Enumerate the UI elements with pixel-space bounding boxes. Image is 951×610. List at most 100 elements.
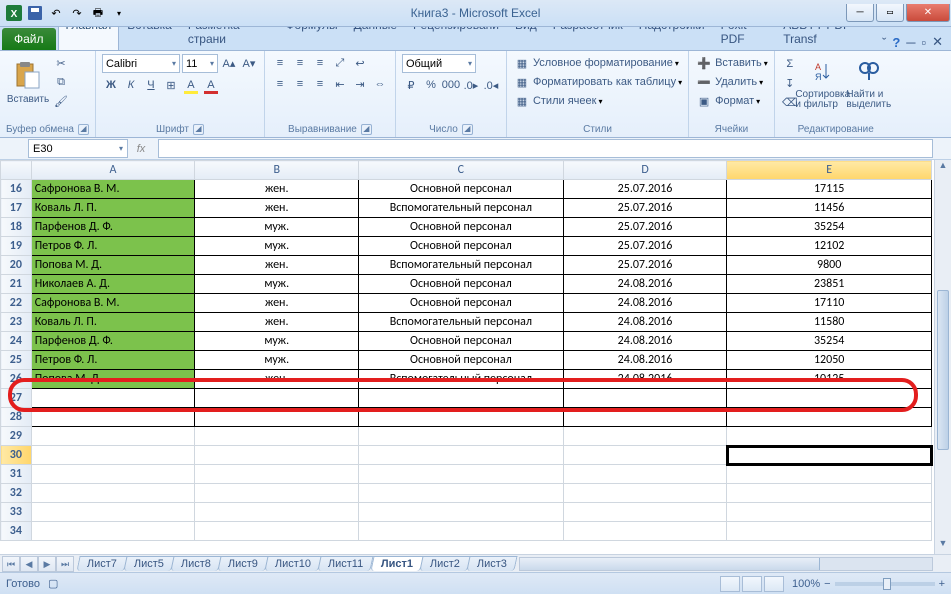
cell-A32[interactable] — [31, 484, 195, 503]
cond-format-button[interactable]: ▦Условное форматирование▾ — [513, 54, 682, 72]
row-header-34[interactable]: 34 — [1, 522, 32, 541]
align-dialog-icon[interactable]: ◢ — [361, 124, 372, 135]
autosum-icon[interactable]: Σ — [781, 55, 799, 73]
worksheet-grid[interactable]: ABCDE16Сафронова В. М.жен.Основной персо… — [0, 160, 951, 554]
row-header-30[interactable]: 30 — [1, 446, 32, 465]
scroll-down-icon[interactable]: ▼ — [935, 538, 951, 554]
sheet-tab-Лист8[interactable]: Лист8 — [170, 556, 221, 571]
row-header-26[interactable]: 26 — [1, 370, 32, 389]
cell-C17[interactable]: Вспомогательный персонал — [359, 199, 564, 218]
cell-C31[interactable] — [359, 465, 564, 484]
cell-A20[interactable]: Попова М. Д. — [31, 256, 195, 275]
row-header-29[interactable]: 29 — [1, 427, 32, 446]
sheet-tab-Лист9[interactable]: Лист9 — [217, 556, 268, 571]
cell-D27[interactable] — [563, 389, 727, 408]
cell-B21[interactable]: муж. — [195, 275, 359, 294]
cell-A34[interactable] — [31, 522, 195, 541]
cell-C22[interactable]: Основной персонал — [359, 294, 564, 313]
bold-button[interactable]: Ж — [102, 76, 120, 94]
indent-dec-icon[interactable]: ⇤ — [331, 75, 349, 93]
grow-font-icon[interactable]: A▴ — [220, 55, 238, 73]
ribbon-minimize-icon[interactable]: ˇ — [882, 35, 886, 50]
cell-B31[interactable] — [195, 465, 359, 484]
cell-D33[interactable] — [563, 503, 727, 522]
cell-E30[interactable] — [727, 446, 932, 465]
doc-minimize-icon[interactable]: ─ — [906, 35, 915, 50]
cell-E19[interactable]: 12102 — [727, 237, 932, 256]
sheet-nav-next-icon[interactable]: ▶ — [38, 556, 56, 572]
row-header-24[interactable]: 24 — [1, 332, 32, 351]
format-cells-button[interactable]: ▣Формат▾ — [695, 92, 768, 110]
sheet-tab-Лист2[interactable]: Лист2 — [419, 556, 470, 571]
cell-E18[interactable]: 35254 — [727, 218, 932, 237]
find-select-button[interactable]: Найти и выделить — [847, 54, 891, 112]
zoom-in-icon[interactable]: + — [939, 578, 945, 590]
maximize-button[interactable]: ▭ — [876, 4, 904, 22]
qat-save-icon[interactable] — [25, 3, 45, 23]
cell-D31[interactable] — [563, 465, 727, 484]
currency-icon[interactable]: ₽ — [402, 76, 420, 94]
col-header-A[interactable]: A — [31, 161, 195, 180]
sheet-tab-Лист11[interactable]: Лист11 — [318, 556, 375, 571]
row-header-18[interactable]: 18 — [1, 218, 32, 237]
cell-A23[interactable]: Коваль Л. П. — [31, 313, 195, 332]
percent-icon[interactable]: % — [422, 76, 440, 94]
cell-B23[interactable]: жен. — [195, 313, 359, 332]
row-header-32[interactable]: 32 — [1, 484, 32, 503]
cell-E28[interactable] — [727, 408, 932, 427]
copy-icon[interactable]: ⧉ — [52, 73, 70, 91]
select-all-cell[interactable] — [1, 161, 32, 180]
sheet-tab-Лист3[interactable]: Лист3 — [466, 556, 517, 571]
row-header-25[interactable]: 25 — [1, 351, 32, 370]
view-break-icon[interactable] — [764, 576, 784, 592]
paste-button[interactable]: Вставить — [6, 58, 50, 107]
format-painter-icon[interactable]: 🖌 — [52, 92, 70, 110]
cell-A18[interactable]: Парфенов Д. Ф. — [31, 218, 195, 237]
col-header-E[interactable]: E — [727, 161, 932, 180]
align-top-icon[interactable]: ≡ — [271, 54, 289, 72]
number-format-combo[interactable]: Общий▾ — [402, 54, 476, 73]
cell-A21[interactable]: Николаев А. Д. — [31, 275, 195, 294]
cell-A17[interactable]: Коваль Л. П. — [31, 199, 195, 218]
cell-B22[interactable]: жен. — [195, 294, 359, 313]
col-header-C[interactable]: C — [359, 161, 564, 180]
qat-print-icon[interactable]: 🖶 — [88, 3, 108, 23]
zoom-level[interactable]: 100% — [792, 578, 820, 590]
font-dialog-icon[interactable]: ◢ — [193, 124, 204, 135]
row-header-21[interactable]: 21 — [1, 275, 32, 294]
cell-D18[interactable]: 25.07.2016 — [563, 218, 727, 237]
cell-A25[interactable]: Петров Ф. Л. — [31, 351, 195, 370]
cell-D34[interactable] — [563, 522, 727, 541]
qat-redo-icon[interactable]: ↷ — [67, 3, 87, 23]
insert-cells-button[interactable]: ➕Вставить▾ — [695, 54, 768, 72]
cell-B26[interactable]: жен. — [195, 370, 359, 389]
cell-C19[interactable]: Основной персонал — [359, 237, 564, 256]
cell-E20[interactable]: 9800 — [727, 256, 932, 275]
cell-C29[interactable] — [359, 427, 564, 446]
align-right-icon[interactable]: ≡ — [311, 75, 329, 93]
cell-C20[interactable]: Вспомогательный персонал — [359, 256, 564, 275]
cell-C28[interactable] — [359, 408, 564, 427]
close-button[interactable]: ✕ — [906, 4, 950, 22]
cell-D19[interactable]: 25.07.2016 — [563, 237, 727, 256]
qat-undo-icon[interactable]: ↶ — [46, 3, 66, 23]
cell-E26[interactable]: 10125 — [727, 370, 932, 389]
vertical-scrollbar[interactable]: ▲ ▼ — [934, 160, 951, 554]
zoom-out-icon[interactable]: − — [824, 578, 830, 590]
cell-E24[interactable]: 35254 — [727, 332, 932, 351]
cell-B24[interactable]: муж. — [195, 332, 359, 351]
cell-E23[interactable]: 11580 — [727, 313, 932, 332]
cell-C23[interactable]: Вспомогательный персонал — [359, 313, 564, 332]
font-combo[interactable]: Calibri▾ — [102, 54, 180, 73]
cell-B19[interactable]: муж. — [195, 237, 359, 256]
cell-D16[interactable]: 25.07.2016 — [563, 180, 727, 199]
cell-E16[interactable]: 17115 — [727, 180, 932, 199]
border-icon[interactable]: ⊞ — [162, 76, 180, 94]
cell-C24[interactable]: Основной персонал — [359, 332, 564, 351]
fontsize-combo[interactable]: 11▾ — [182, 54, 218, 73]
cell-D20[interactable]: 25.07.2016 — [563, 256, 727, 275]
cell-D26[interactable]: 24.08.2016 — [563, 370, 727, 389]
sheet-nav-first-icon[interactable]: ⏮ — [2, 556, 20, 572]
cell-C30[interactable] — [359, 446, 564, 465]
sheet-tab-Лист7[interactable]: Лист7 — [76, 556, 127, 571]
